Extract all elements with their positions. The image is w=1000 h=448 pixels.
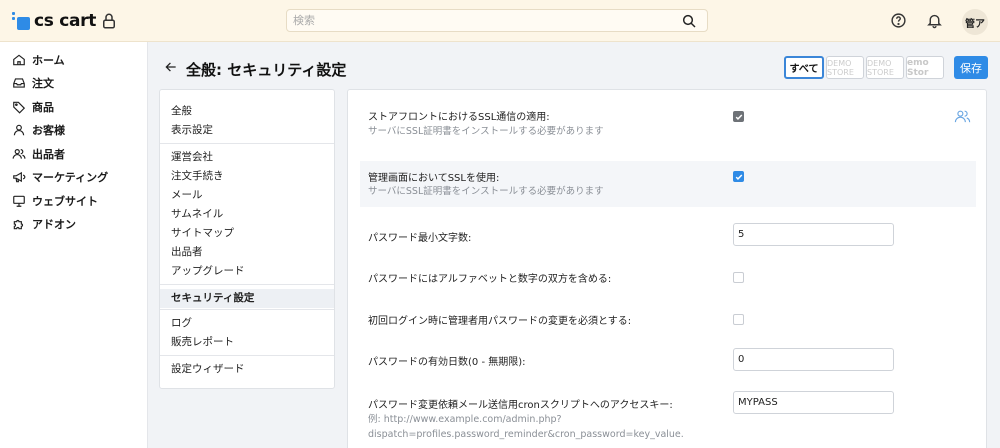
sidebar-item-marketing[interactable]: マーケティング (0, 166, 147, 190)
ssl-storefront-checkbox[interactable] (733, 111, 744, 122)
security-settings-panel: ストアフロントにおけるSSL通信の適用: サーバにSSL証明書をインストールする… (347, 89, 987, 448)
tab-vendors[interactable]: 出品者 (160, 243, 334, 262)
home-icon (13, 54, 25, 65)
arrow-left-icon[interactable] (164, 60, 178, 74)
sidebar-item-label: 商品 (32, 100, 54, 114)
sidebar-item-label: お客様 (32, 124, 65, 138)
pwd-alnum-checkbox[interactable] (733, 272, 744, 283)
setting-pwd-days: パスワードの有効日数(0 - 無期限): (360, 347, 976, 373)
sidebar-item-label: アドオン (32, 218, 76, 232)
setting-ssl-storefront: ストアフロントにおけるSSL通信の適用: サーバにSSL証明書をインストールする… (360, 102, 976, 146)
cron-key-input[interactable] (733, 391, 894, 414)
setting-hint: サーバにSSL証明書をインストールする必要があります (368, 186, 604, 197)
sidebar-item-products[interactable]: 商品 (0, 95, 147, 119)
setting-label: パスワードにはアルファベットと数字の双方を含める: (368, 274, 612, 285)
tab-divider (160, 143, 334, 144)
tab-sitemap[interactable]: サイトマップ (160, 224, 334, 243)
bell-icon[interactable] (926, 12, 943, 29)
sidebar-item-label: ウェブサイト (32, 194, 98, 208)
sidebar-nav: ホーム 注文 商品 お客様 出品者 マーケティング ウェブサイト アドオン (0, 42, 147, 236)
sidebar: ホーム 注文 商品 お客様 出品者 マーケティング ウェブサイト アドオン (0, 42, 148, 448)
pwd-days-input[interactable] (733, 348, 894, 371)
users-icon (12, 148, 26, 159)
setting-label: パスワード変更依頼メール送信用cronスクリプトへのアクセスキー: (368, 400, 673, 411)
puzzle-icon (13, 220, 24, 230)
tab-security[interactable]: セキュリティ設定 (160, 289, 334, 308)
inbox-icon (13, 78, 25, 88)
setting-pwd-min-length: パスワード最小文字数: (360, 222, 976, 248)
setting-label: パスワードの有効日数(0 - 無期限): (368, 357, 526, 368)
avatar[interactable]: 管ア (962, 9, 988, 35)
tab-logs[interactable]: ログ (160, 314, 334, 333)
setting-hint: 例: http://www.example.com/admin.php? (368, 414, 562, 425)
tab-thumbnails[interactable]: サムネイル (160, 205, 334, 224)
search-input[interactable] (287, 10, 667, 31)
tab-general[interactable]: 全般 (160, 102, 334, 121)
search-box (286, 9, 708, 32)
sidebar-item-home[interactable]: ホーム (0, 48, 147, 72)
tab-appearance[interactable]: 表示設定 (160, 121, 334, 140)
setting-hint: dispatch=profiles.password_reminder&cron… (368, 429, 684, 440)
megaphone-icon (13, 172, 26, 183)
setting-label: 初回ログイン時に管理者用パスワードの変更を必須とする: (368, 316, 632, 327)
tab-upgrade[interactable]: アップグレード (160, 262, 334, 281)
tab-emails[interactable]: メール (160, 186, 334, 205)
top-bar: cs cart 管ア (0, 0, 1000, 42)
tag-icon (13, 101, 26, 114)
sidebar-item-vendors[interactable]: 出品者 (0, 142, 147, 166)
storefront-selector: すべて DEMO STORE DEMO STORE emo Stor (784, 56, 946, 79)
setting-hint: サーバにSSL証明書をインストールする必要があります (368, 126, 604, 137)
search-icon[interactable] (681, 13, 697, 29)
tab-company[interactable]: 運営会社 (160, 148, 334, 167)
storefront-demo-1-button[interactable]: DEMO STORE (826, 56, 864, 79)
setting-label: パスワード最小文字数: (368, 233, 472, 244)
pwd-change-first-checkbox[interactable] (733, 314, 744, 325)
tab-checkout[interactable]: 注文手続き (160, 167, 334, 186)
storefront-demo-2-button[interactable]: DEMO STORE (866, 56, 904, 79)
help-icon[interactable] (890, 12, 907, 29)
setting-label: 管理画面においてSSLを使用: (368, 173, 500, 184)
setting-pwd-change-first: 初回ログイン時に管理者用パスワードの変更を必須とする: (360, 308, 976, 330)
sidebar-item-website[interactable]: ウェブサイト (0, 189, 147, 213)
storefront-demo-3-button[interactable]: emo Stor (906, 56, 944, 79)
sidebar-item-label: 出品者 (32, 147, 65, 161)
logo-text: cs cart (34, 11, 97, 31)
tab-divider (160, 284, 334, 285)
setting-pwd-alnum: パスワードにはアルファベットと数字の双方を含める: (360, 266, 976, 288)
setting-cron-key: パスワード変更依頼メール送信用cronスクリプトへのアクセスキー: 例: htt… (360, 390, 976, 446)
sidebar-item-orders[interactable]: 注文 (0, 72, 147, 96)
pwd-min-length-input[interactable] (733, 223, 894, 246)
ssl-admin-checkbox[interactable] (733, 171, 744, 182)
lock-icon[interactable] (100, 12, 118, 30)
monitor-icon (13, 195, 25, 207)
users-icon[interactable] (954, 108, 971, 125)
tab-reports[interactable]: 販売レポート (160, 333, 334, 352)
save-button[interactable]: 保存 (954, 56, 988, 79)
storefront-all-button[interactable]: すべて (784, 56, 824, 79)
tab-divider (160, 309, 334, 310)
page-title: 全般: セキュリティ設定 (186, 61, 347, 79)
setting-label: ストアフロントにおけるSSL通信の適用: (368, 112, 550, 123)
sidebar-item-label: マーケティング (32, 171, 109, 185)
sidebar-item-addons[interactable]: アドオン (0, 213, 147, 237)
logo[interactable]: cs cart (12, 10, 96, 32)
sidebar-item-label: ホーム (32, 53, 65, 67)
setting-ssl-admin: 管理画面においてSSLを使用: サーバにSSL証明書をインストールする必要があり… (360, 161, 976, 207)
settings-tabs-panel: 全般 表示設定 運営会社 注文手続き メール サムネイル サイトマップ 出品者 … (159, 89, 335, 389)
tab-wizard[interactable]: 設定ウィザード (160, 360, 334, 379)
tab-divider (160, 355, 334, 356)
sidebar-item-label: 注文 (32, 77, 54, 91)
user-icon (13, 125, 25, 136)
logo-mark (12, 12, 30, 30)
sidebar-item-customers[interactable]: お客様 (0, 119, 147, 143)
